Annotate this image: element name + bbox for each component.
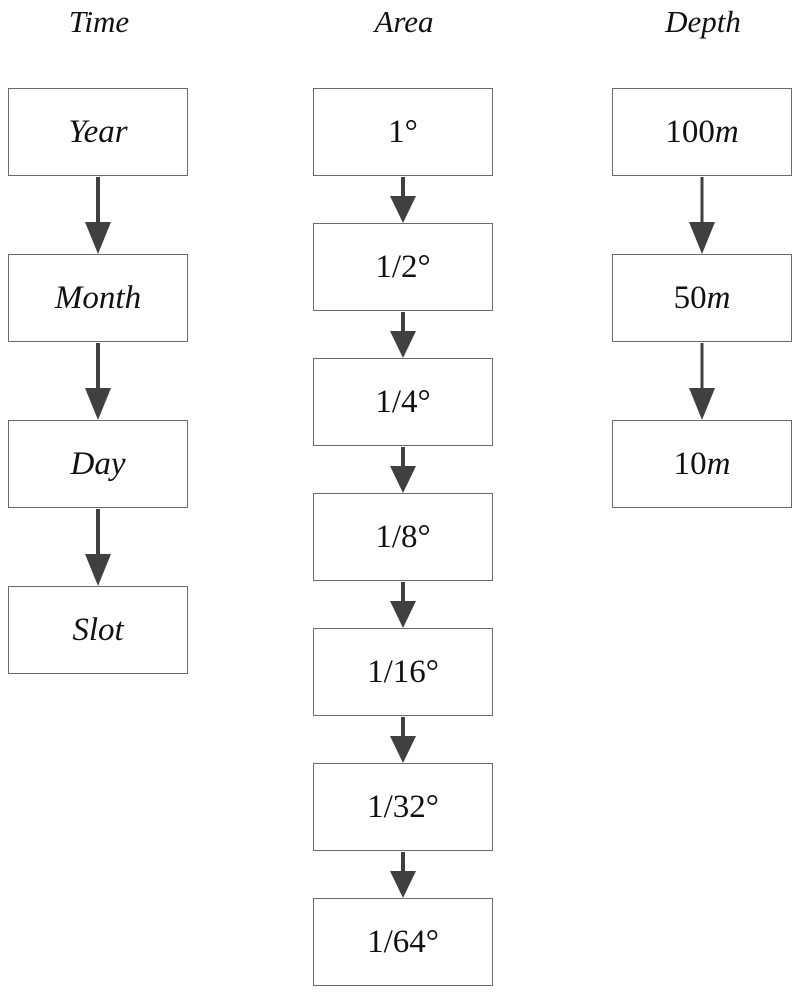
node-area-1-64: 1/64° [313,898,493,986]
node-time-month: Month [8,254,188,342]
node-time-year: Year [8,88,188,176]
arrowhead-icon [85,554,111,586]
node-area-1-8: 1/8° [313,493,493,581]
arrow-1-8-to-1-16 [390,582,416,628]
arrow-month-to-day [85,343,111,420]
node-label: 10 [673,445,707,482]
node-depth-50m: 50 m [612,254,792,342]
node-unit: m [714,113,739,150]
node-label: 1/32° [367,788,439,825]
arrow-year-to-month [85,177,111,254]
arrowhead-icon [390,466,416,493]
arrowhead-icon [390,196,416,223]
arrowhead-icon [390,331,416,358]
node-label: 1/16° [367,653,439,690]
node-label: 1/2° [375,248,431,285]
node-label: 100 [665,113,715,150]
node-label: Day [70,445,126,482]
node-unit: m [706,445,731,482]
node-label: Month [54,279,142,316]
node-label: 1° [388,113,418,150]
node-label: 1/8° [375,518,431,555]
arrow-day-to-slot [85,509,111,586]
arrowhead-icon [689,222,715,254]
node-label: 1/64° [367,923,439,960]
node-label: 1/4° [375,383,431,420]
arrow-1-2-to-1-4 [390,312,416,358]
node-area-1: 1° [313,88,493,176]
arrowhead-icon [85,222,111,254]
column-title-time: Time [68,4,130,39]
arrowhead-icon [689,388,715,420]
column-title-depth: Depth [665,4,741,39]
node-time-slot: Slot [8,586,188,674]
node-label: Slot [72,611,124,648]
arrow-50m-to-10m [689,343,715,420]
arrow-100m-to-50m [689,177,715,254]
arrow-1-32-to-1-64 [390,852,416,898]
node-unit: m [706,279,731,316]
node-depth-10m: 10 m [612,420,792,508]
arrow-1-4-to-1-8 [390,447,416,493]
arrowhead-icon [390,601,416,628]
arrowhead-icon [390,871,416,898]
node-area-1-2: 1/2° [313,223,493,311]
node-time-day: Day [8,420,188,508]
arrow-1-to-1-2 [390,177,416,223]
node-depth-100m: 100 m [612,88,792,176]
arrowhead-icon [85,388,111,420]
arrowhead-icon [390,736,416,763]
node-label: Year [68,113,128,150]
arrow-1-16-to-1-32 [390,717,416,763]
column-title-area: Area [374,4,434,39]
node-area-1-32: 1/32° [313,763,493,851]
node-area-1-4: 1/4° [313,358,493,446]
node-area-1-16: 1/16° [313,628,493,716]
node-label: 50 [673,279,707,316]
